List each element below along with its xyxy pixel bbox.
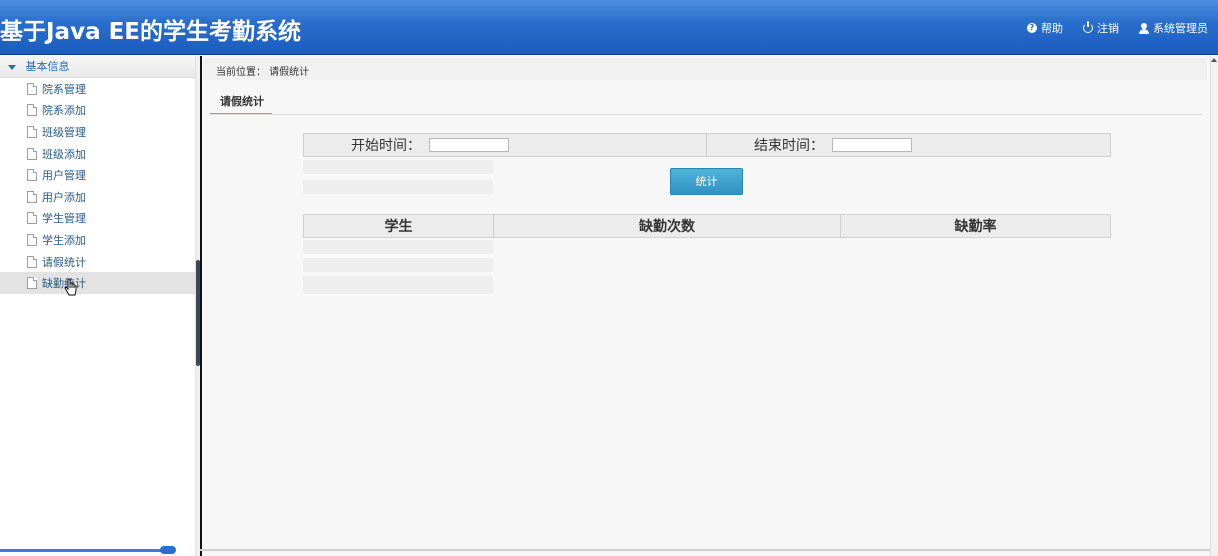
document-icon <box>27 190 37 203</box>
sidebar-item-label: 班级添加 <box>42 147 86 161</box>
sidebar-item-department-add[interactable]: 院系添加 <box>0 100 195 122</box>
user-label: 系统管理员 <box>1153 22 1208 35</box>
sidebar-item-absence-stats[interactable]: 缺勤统计 <box>0 272 195 294</box>
ghost-artifact <box>303 276 493 294</box>
document-icon <box>27 212 37 225</box>
sidebar-item-department-manage[interactable]: 院系管理 <box>0 78 195 100</box>
ghost-artifact <box>303 240 493 254</box>
sidebar-group-label: 基本信息 <box>25 60 70 73</box>
sidebar-item-class-manage[interactable]: 班级管理 <box>0 121 195 143</box>
sidebar-item-label: 院系管理 <box>42 82 86 96</box>
vertical-scrollbar[interactable] <box>1210 56 1218 556</box>
document-icon <box>27 125 37 138</box>
sidebar-item-label: 院系添加 <box>42 104 86 118</box>
sidebar-item-label: 班级管理 <box>42 125 86 139</box>
logout-label: 注销 <box>1097 22 1119 35</box>
user-link[interactable]: 系统管理员 <box>1139 20 1208 36</box>
document-icon <box>27 104 37 117</box>
sidebar-item-label: 学生管理 <box>42 212 86 226</box>
end-time-cell <box>828 134 1110 156</box>
column-header-absence-rate: 缺勤率 <box>954 219 997 235</box>
sidebar-item-student-manage[interactable]: 学生管理 <box>0 208 195 230</box>
end-time-label: 结束时间： <box>754 138 824 154</box>
caret-down-icon <box>8 64 16 70</box>
results-table-header: 学生 缺勤次数 缺勤率 <box>303 214 1111 238</box>
sidebar-item-leave-stats[interactable]: 请假统计 <box>0 251 195 273</box>
tab-divider <box>210 114 1202 115</box>
tab-leave-stats[interactable]: 请假统计 <box>210 88 272 115</box>
help-icon: ? <box>1027 23 1037 33</box>
content-frame <box>200 56 1210 556</box>
logout-link[interactable]: 注销 <box>1083 20 1119 36</box>
start-time-cell <box>425 134 707 156</box>
sidebar-scrollbar[interactable] <box>0 549 170 552</box>
breadcrumb-bar <box>203 58 1207 80</box>
hand-cursor-icon <box>64 278 77 296</box>
help-label: 帮助 <box>1041 22 1063 35</box>
sidebar-scroll-thumb[interactable] <box>160 546 176 554</box>
document-icon <box>27 255 37 268</box>
sidebar-item-label: 学生添加 <box>42 233 86 247</box>
breadcrumb: 当前位置： 请假统计 <box>216 67 310 78</box>
date-filter-row: 开始时间： 结束时间： <box>303 133 1111 157</box>
statistics-button[interactable]: 统计 <box>670 168 743 195</box>
app-title: 基于Java EE的学生考勤系统 <box>0 19 302 45</box>
sidebar-item-label: 请假统计 <box>42 255 86 269</box>
sidebar-group-basic-info[interactable]: 基本信息 <box>0 56 195 78</box>
bottom-divider <box>200 549 1210 551</box>
ghost-artifact <box>303 160 493 174</box>
start-time-input[interactable] <box>429 138 509 152</box>
ghost-artifact <box>303 180 493 194</box>
sidebar-item-user-manage[interactable]: 用户管理 <box>0 164 195 186</box>
end-time-input[interactable] <box>832 138 912 152</box>
sidebar-item-label: 用户添加 <box>42 190 86 204</box>
document-icon <box>27 277 37 290</box>
sidebar-item-student-add[interactable]: 学生添加 <box>0 229 195 251</box>
help-link[interactable]: ? 帮助 <box>1027 20 1063 36</box>
column-header-student: 学生 <box>304 215 494 237</box>
scroll-up-icon[interactable] <box>1211 58 1217 62</box>
column-header-absence-count: 缺勤次数 <box>494 215 841 237</box>
start-time-label: 开始时间： <box>351 138 421 154</box>
document-icon <box>27 233 37 246</box>
sidebar-item-class-add[interactable]: 班级添加 <box>0 143 195 165</box>
sidebar: 基本信息 院系管理 院系添加 班级管理 班级添加 用户管理 用户添加 学生管理 … <box>0 56 195 556</box>
document-icon <box>27 82 37 95</box>
app-header: 基于Java EE的学生考勤系统 ? 帮助 注销 系统管理员 <box>0 0 1218 55</box>
document-icon <box>27 147 37 160</box>
sidebar-item-user-add[interactable]: 用户添加 <box>0 186 195 208</box>
ghost-artifact <box>303 258 493 272</box>
document-icon <box>27 169 37 182</box>
header-links: ? 帮助 注销 系统管理员 <box>1027 20 1208 36</box>
power-icon <box>1083 21 1093 33</box>
sidebar-item-label: 用户管理 <box>42 169 86 183</box>
user-icon <box>1139 22 1149 34</box>
